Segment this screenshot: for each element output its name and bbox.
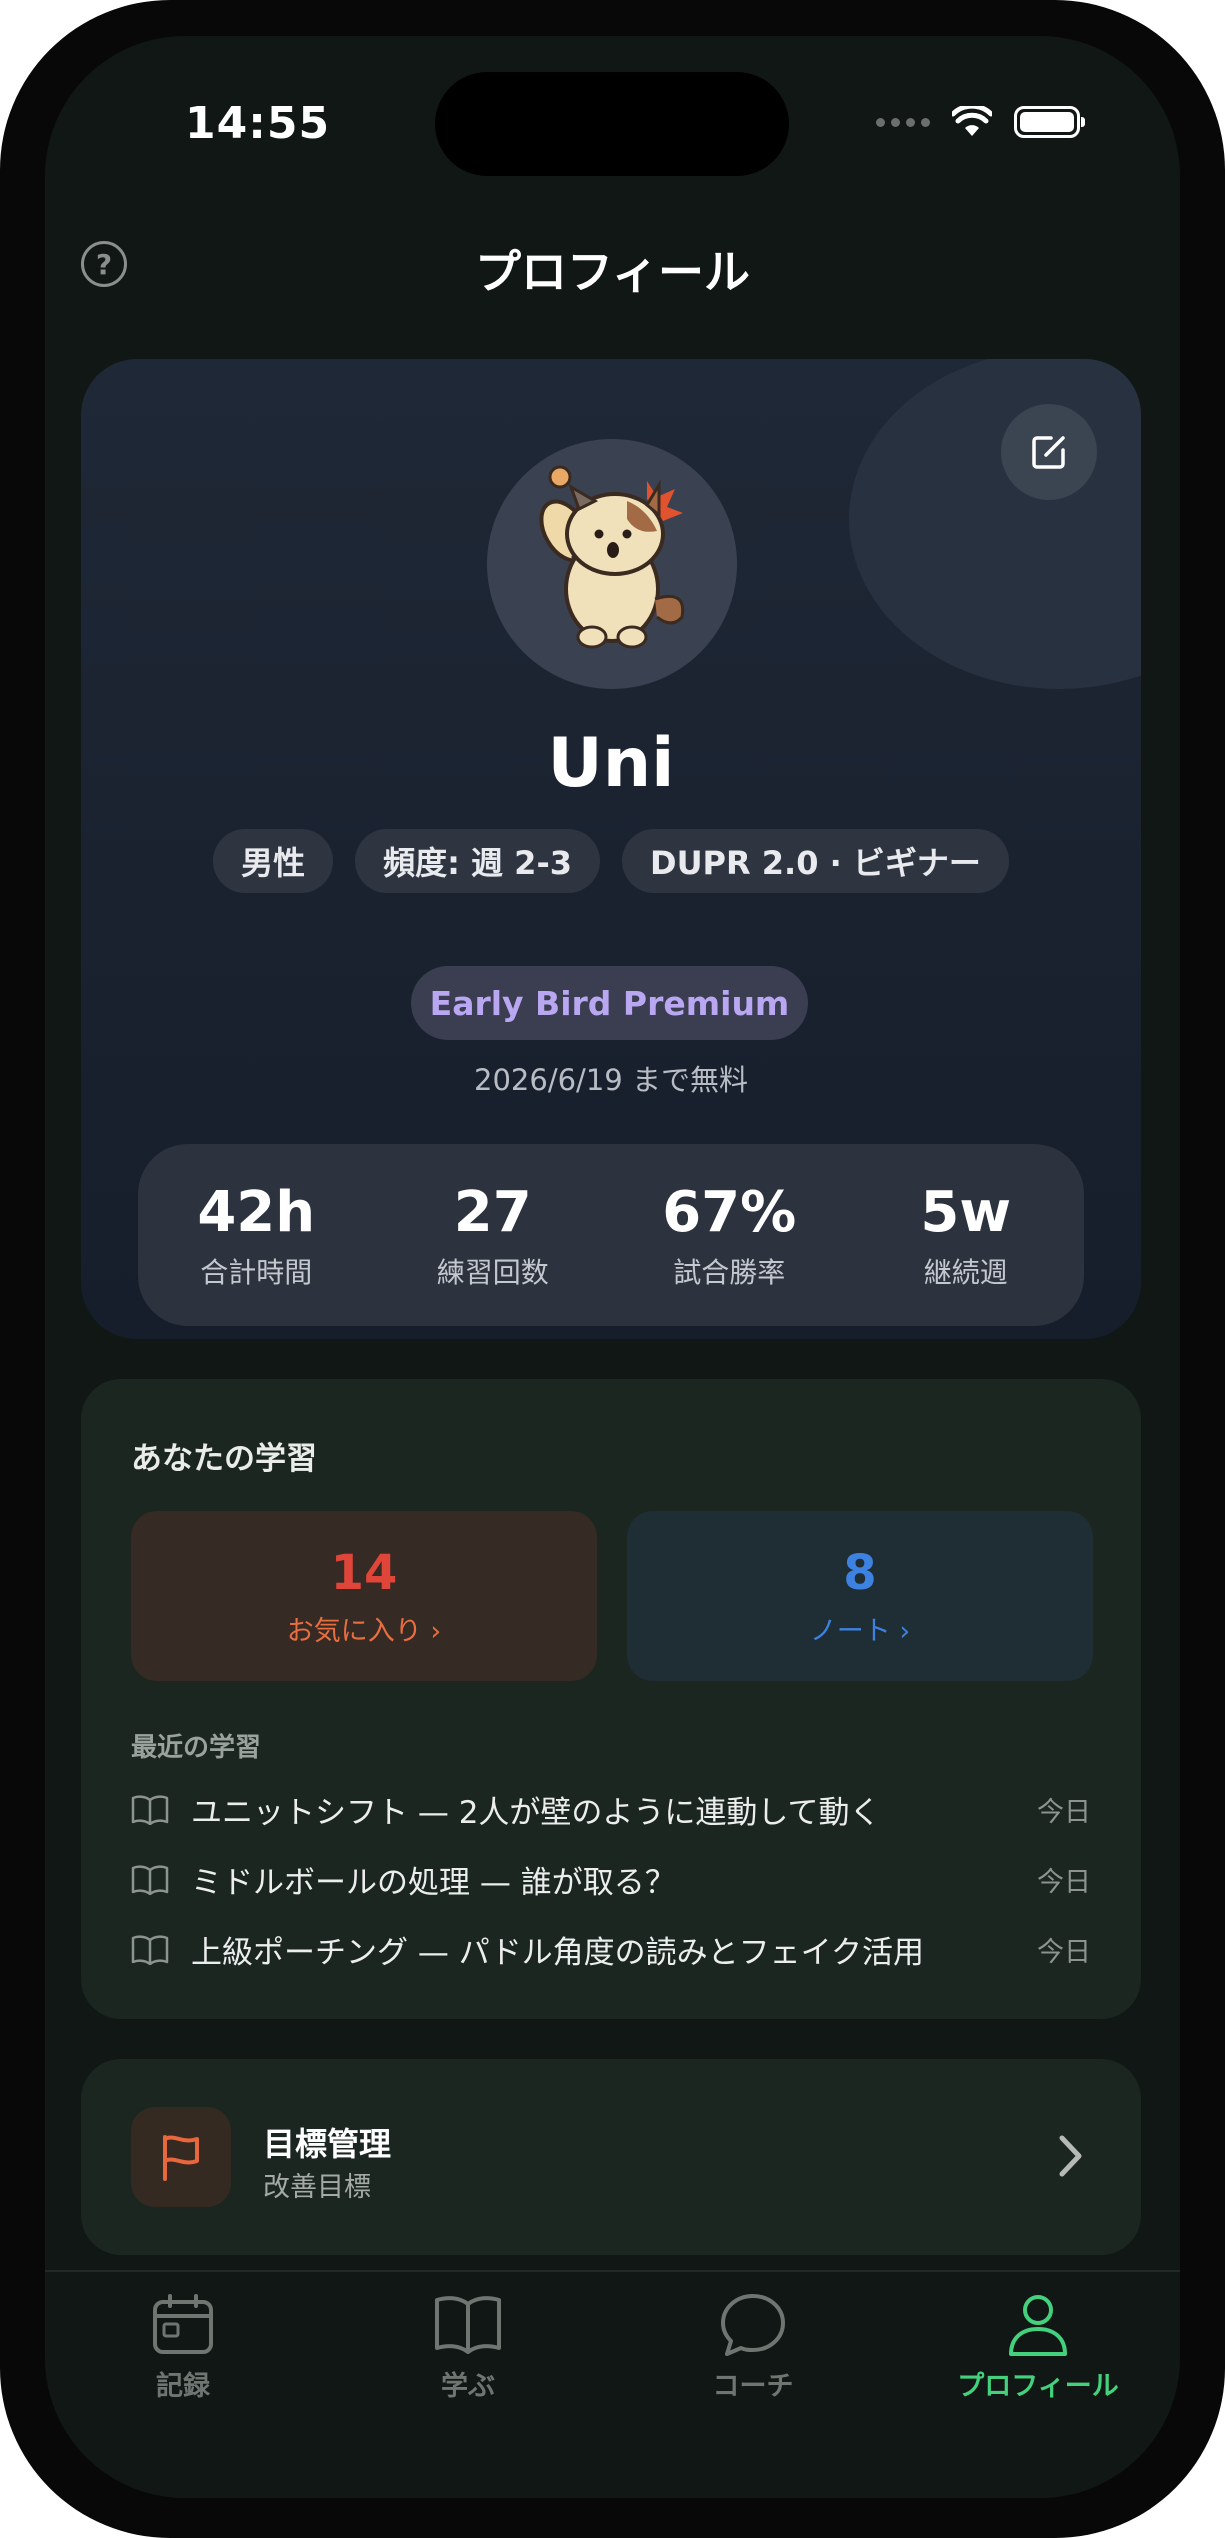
stat-label: 練習回数 [436,1255,549,1289]
tab-record[interactable]: 記録 [83,2292,283,2403]
goal-icon-box [131,2107,231,2207]
decorative-circle [849,359,1141,689]
recent-item-title: ユニットシフト — 2人が壁のように連動して動く [191,1794,881,1831]
stat-practice-count: 27 練習回数 [375,1144,612,1326]
recent-list: ユニットシフト — 2人が壁のように連動して動く 今日 ミドルボールの処理 — … [131,1774,1091,1984]
stat-value: 67% [662,1179,797,1245]
gender-chip: 男性 [213,829,334,893]
learning-card: あなたの学習 14 お気に入り › 8 ノート › 最近の学習 ユニットシフト … [81,1379,1141,2019]
recent-item-time: 今日 [1037,1936,1091,1968]
calendar-icon [153,2294,213,2354]
dynamic-island [435,72,789,176]
tab-label: コーチ [712,2371,794,2402]
recent-item[interactable]: 上級ポーチング — パドル角度の読みとフェイク活用 今日 [131,1914,1091,1984]
tab-profile[interactable]: プロフィール [938,2292,1138,2403]
recent-item-title: ミドルボールの処理 — 誰が取る？ [191,1864,676,1901]
stat-win-rate: 67% 試合勝率 [611,1144,848,1326]
screen: 14:55 ? プロフィール Uni 男性 頻度: 週 2-3 DUPR 2.0… [45,36,1180,2498]
tab-coach[interactable]: コーチ [653,2292,853,2403]
goal-subtitle: 改善目標 [263,2172,371,2203]
person-icon [1009,2295,1067,2356]
stat-label: 合計時間 [200,1255,313,1289]
stat-label: 継続週 [923,1255,1008,1289]
dupr-chip: DUPR 2.0 · ビギナー [622,829,1009,893]
stat-value: 42h [197,1179,316,1245]
page-title: プロフィール [474,245,751,299]
tab-learn[interactable]: 学ぶ [368,2292,568,2403]
cat-mascot-icon [539,465,685,649]
book-icon [131,1865,169,1895]
tab-label: 学ぶ [441,2371,495,2402]
book-icon [131,1935,169,1965]
phone-frame: 14:55 ? プロフィール Uni 男性 頻度: 週 2-3 DUPR 2.0… [0,0,1225,2538]
status-time: 14:55 [185,98,331,149]
recent-title: 最近の学習 [131,1733,262,1763]
recent-item-title: 上級ポーチング — パドル角度の読みとフェイク活用 [191,1934,925,1971]
goal-title: 目標管理 [263,2125,392,2163]
recent-item-time: 今日 [1037,1796,1091,1828]
avatar[interactable] [487,439,737,689]
profile-chips: 男性 頻度: 週 2-3 DUPR 2.0 · ビギナー [81,829,1141,893]
recent-item[interactable]: ユニットシフト — 2人が壁のように連動して動く 今日 [131,1774,1091,1844]
favorites-button[interactable]: 14 お気に入り › [131,1511,597,1681]
learning-title: あなたの学習 [131,1441,317,1477]
stat-streak-weeks: 5w 継続週 [848,1144,1085,1326]
recent-item[interactable]: ミドルボールの処理 — 誰が取る？ 今日 [131,1844,1091,1914]
chat-bubble-icon [721,2294,785,2356]
edit-profile-button[interactable] [1001,404,1097,500]
book-icon [435,2296,501,2354]
user-name: Uni [547,724,675,803]
favorites-label: お気に入り › [286,1615,442,1647]
status-icons [876,106,1085,138]
stat-value: 5w [920,1179,1012,1245]
plan-badge[interactable]: Early Bird Premium [411,966,808,1040]
frequency-chip: 頻度: 週 2-3 [355,829,600,893]
notes-label: ノート › [809,1615,911,1647]
favorites-count: 14 [330,1544,398,1601]
tab-label: 記録 [156,2371,210,2402]
recent-item-time: 今日 [1037,1866,1091,1898]
battery-icon [1014,106,1085,138]
notes-button[interactable]: 8 ノート › [627,1511,1093,1681]
goal-management-row[interactable]: 目標管理 改善目標 [81,2059,1141,2255]
plan-note: 2026/6/19 まで無料 [474,1063,748,1097]
chevron-right-icon [1059,2135,1082,2177]
wifi-icon [952,106,992,136]
book-icon [131,1795,169,1825]
flag-icon [163,2135,199,2181]
stat-total-time: 42h 合計時間 [138,1144,375,1326]
tab-bar: 記録 学ぶ コーチ プロフィール [45,2270,1180,2498]
stats-panel: 42h 合計時間 27 練習回数 67% 試合勝率 5w 継続週 [138,1144,1084,1326]
edit-icon [1032,436,1065,469]
profile-card: Uni 男性 頻度: 週 2-3 DUPR 2.0 · ビギナー Early B… [81,359,1141,1339]
stat-label: 試合勝率 [673,1255,786,1289]
stat-value: 27 [453,1179,532,1245]
signal-icon [876,117,930,127]
notes-count: 8 [843,1544,877,1601]
tab-label: プロフィール [957,2371,1119,2402]
